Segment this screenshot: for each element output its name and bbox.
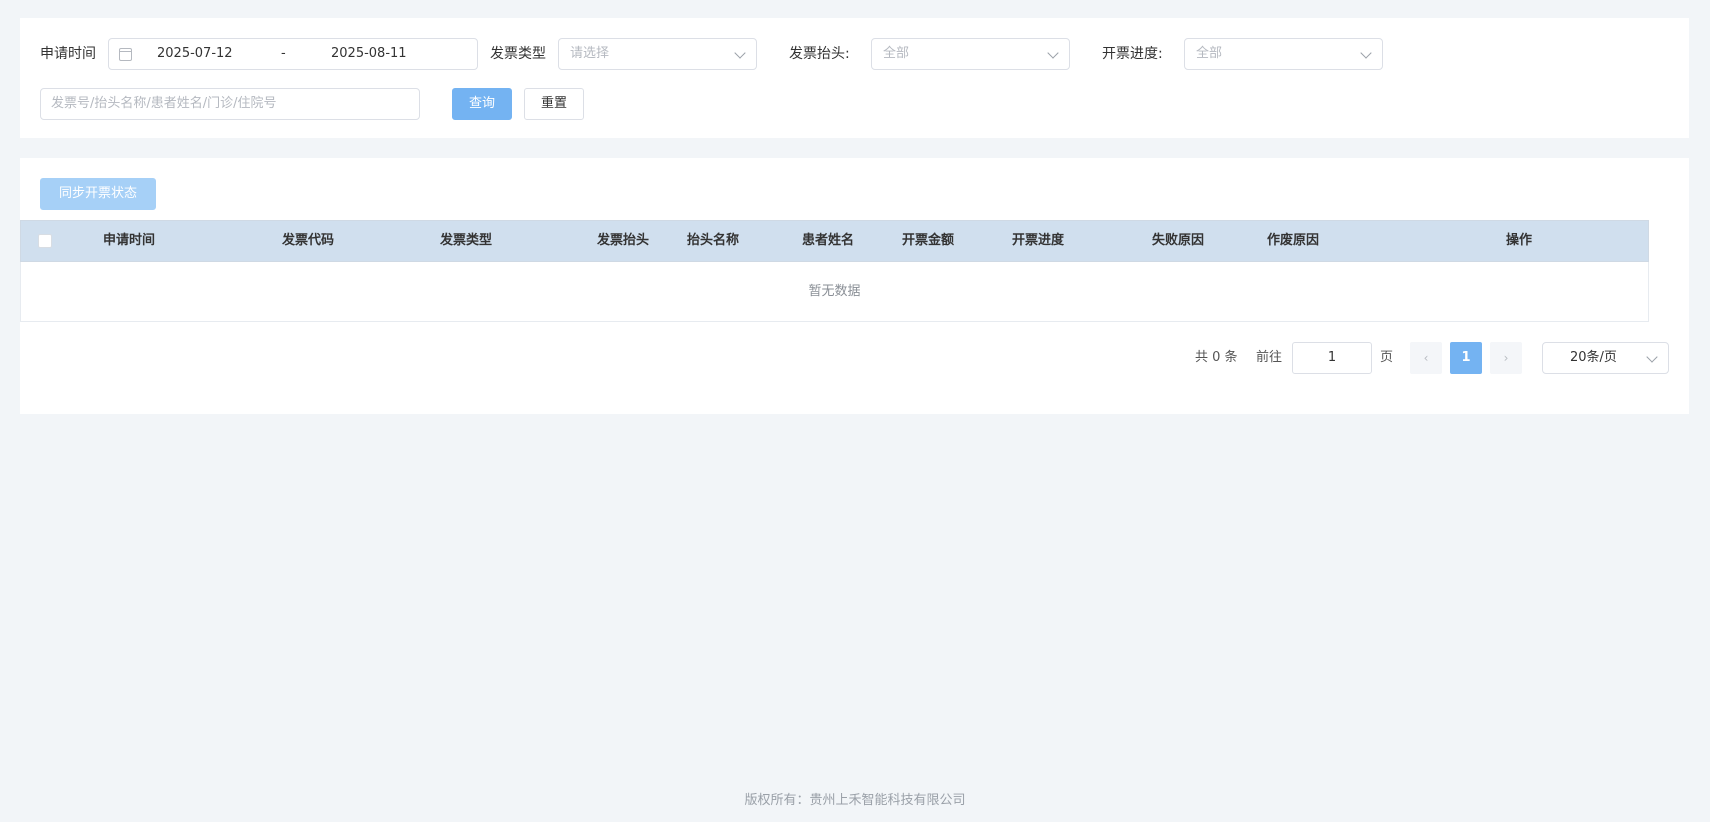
invoice-title-value: 全部 [883,46,910,61]
column-header-patient-name: 患者姓名 [802,233,855,248]
date-separator: - [281,46,286,61]
filter-panel: 申请时间 2025-07-12 - 2025-08-11 发票类型 请选择 发票… [20,18,1689,138]
page-number-button[interactable]: 1 [1450,342,1482,374]
select-all-checkbox[interactable] [38,234,52,248]
query-button[interactable]: 查询 [452,88,512,120]
table-body: 暂无数据 [20,262,1649,322]
page-size-select[interactable]: 20条/页 [1542,342,1669,374]
search-placeholder: 发票号/抬头名称/患者姓名/门诊/住院号 [51,96,277,111]
column-header-actions: 操作 [1506,233,1533,248]
date-range-picker[interactable]: 2025-07-12 - 2025-08-11 [108,38,478,70]
progress-value: 全部 [1196,46,1223,61]
column-header-void-reason: 作废原因 [1267,233,1320,248]
pagination-page-suffix: 页 [1380,350,1394,365]
chevron-down-icon [1047,47,1059,59]
invoice-title-select[interactable]: 全部 [871,38,1070,70]
chevron-right-icon: › [1503,351,1509,365]
date-start[interactable]: 2025-07-12 [157,39,233,69]
column-header-apply-time: 申请时间 [103,233,156,248]
page-size-value: 20条/页 [1570,350,1617,365]
pagination-goto-input[interactable]: 1 [1292,342,1372,374]
column-header-invoice-code: 发票代码 [282,233,335,248]
column-header-progress: 开票进度 [1012,233,1065,248]
prev-page-button[interactable]: ‹ [1410,342,1442,374]
sync-invoice-status-button[interactable]: 同步开票状态 [40,178,156,210]
chevron-left-icon: ‹ [1423,351,1429,365]
apply-time-label: 申请时间 [40,46,96,62]
invoice-type-label: 发票类型 [490,46,546,62]
empty-state-text: 暂无数据 [808,284,861,299]
column-header-failure-reason: 失败原因 [1152,233,1205,248]
footer-copyright: 版权所有：贵州上禾智能科技有限公司 [744,793,966,808]
progress-select[interactable]: 全部 [1184,38,1383,70]
chevron-down-icon [1646,351,1658,363]
column-header-invoice-type: 发票类型 [440,233,493,248]
table-header: 申请时间 发票代码 发票类型 发票抬头 抬头名称 患者姓名 开票金额 开票进度 … [20,220,1649,262]
chevron-down-icon [1360,47,1372,59]
search-input[interactable]: 发票号/抬头名称/患者姓名/门诊/住院号 [40,88,420,120]
pagination-goto-label: 前往 [1256,350,1283,365]
date-end[interactable]: 2025-08-11 [331,39,407,69]
next-page-button[interactable]: › [1490,342,1522,374]
reset-button[interactable]: 重置 [524,88,584,120]
pagination-total: 共 0 条 [1195,350,1238,365]
progress-label: 开票进度: [1102,46,1163,62]
calendar-icon [119,48,132,61]
invoice-title-label: 发票抬头: [789,46,850,62]
invoice-type-placeholder: 请选择 [570,46,610,61]
column-header-amount: 开票金额 [902,233,955,248]
chevron-down-icon [734,47,746,59]
column-header-title-name: 抬头名称 [687,233,740,248]
invoice-type-select[interactable]: 请选择 [558,38,757,70]
column-header-invoice-title: 发票抬头 [597,233,650,248]
